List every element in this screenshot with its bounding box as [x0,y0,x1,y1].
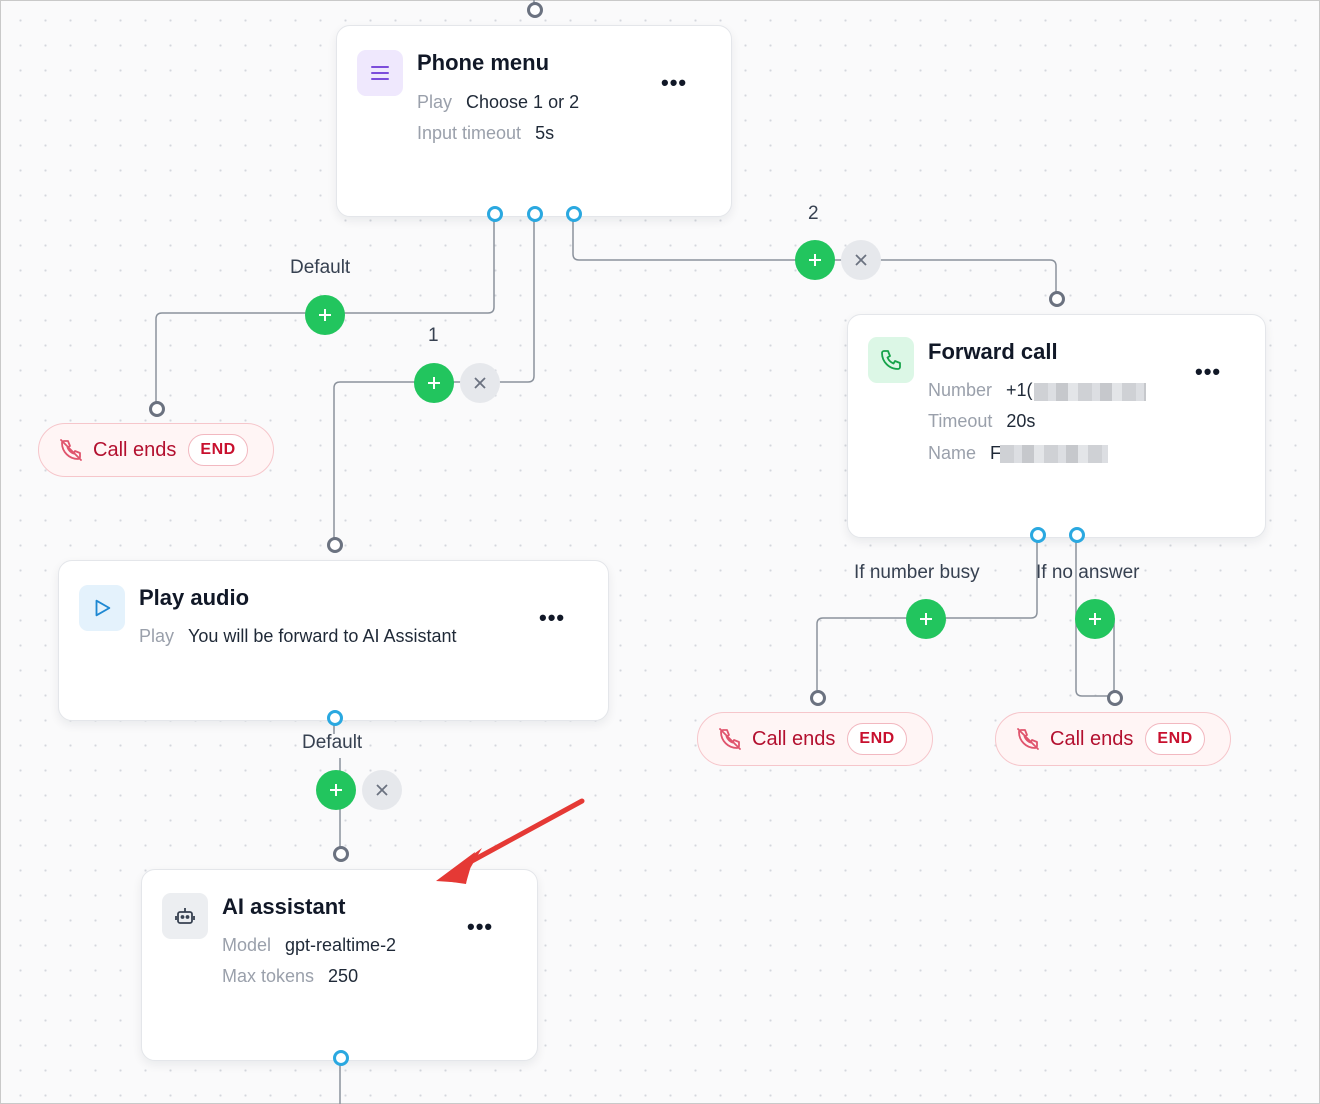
call-ends-node-busy[interactable]: Call ends END [697,712,933,766]
ai-assistant-output-port[interactable] [333,1050,349,1066]
play-audio-title: Play audio [139,585,250,610]
add-step-button[interactable] [305,295,345,335]
edge-label-menu-option-2: 2 [808,203,819,224]
ai-assistant-prop-model: Model gpt-realtime-2 [222,935,397,955]
forward-call-title: Forward call [928,339,1058,364]
end-badge: END [1145,723,1205,755]
call-ends-input-port[interactable] [149,401,165,417]
ai-assistant-more-button[interactable]: ••• [467,916,493,938]
forward-call-more-button[interactable]: ••• [1195,361,1221,383]
call-ends-busy-input-port[interactable] [810,690,826,706]
add-step-button[interactable] [795,240,835,280]
plus-icon [920,613,932,625]
play-icon [79,585,125,631]
phone-menu-input-port[interactable] [527,2,543,18]
plus-icon [809,254,821,266]
play-audio-node[interactable]: Play audio ••• Play You will be forward t… [58,560,609,721]
call-ends-node-noanswer[interactable]: Call ends END [995,712,1231,766]
end-badge: END [847,723,907,755]
call-ended-icon [719,728,741,750]
forward-call-prop-number: Number +1( [928,380,1033,400]
ai-assistant-node[interactable]: AI assistant ••• Model gpt-realtime-2 Max… [141,869,538,1061]
call-ends-label: Call ends [93,438,177,461]
edge-label-forward-busy: If number busy [854,562,980,583]
delete-branch-button[interactable] [460,363,500,403]
delete-branch-button[interactable] [362,770,402,810]
plus-icon [319,309,331,321]
forward-call-noanswer-output-port[interactable] [1069,527,1085,543]
play-audio-prop-play: Play You will be forward to AI Assistant [139,626,457,646]
phone-icon [868,337,914,383]
phone-menu-option-2-output-port[interactable] [566,206,582,222]
phone-menu-title: Phone menu [417,50,550,75]
phone-menu-prop-timeout: Input timeout 5s [417,123,555,143]
call-ends-noanswer-input-port[interactable] [1107,690,1123,706]
call-ends-label: Call ends [1050,727,1134,750]
phone-menu-more-button[interactable]: ••• [661,72,687,94]
add-step-button[interactable] [906,599,946,639]
forward-call-busy-output-port[interactable] [1030,527,1046,543]
delete-branch-button[interactable] [841,240,881,280]
call-ends-label: Call ends [752,727,836,750]
ai-assistant-title: AI assistant [222,894,346,919]
edge-label-audio-default: Default [302,732,363,753]
call-ended-icon [1017,728,1039,750]
add-step-button[interactable] [316,770,356,810]
ai-assistant-prop-max-tokens: Max tokens 250 [222,966,359,986]
robot-icon [162,893,208,939]
phone-menu-option-1-output-port[interactable] [527,206,543,222]
call-ended-icon [60,439,82,461]
edge-label-forward-noanswer: If no answer [1036,562,1140,583]
forward-call-prop-timeout: Timeout 20s [928,411,1036,431]
menu-lines-icon [357,50,403,96]
edge-label-menu-default: Default [290,257,351,278]
phone-menu-node[interactable]: Phone menu ••• Play Choose 1 or 2 Input t… [336,25,732,217]
add-step-button[interactable] [1075,599,1115,639]
plus-icon [330,784,342,796]
ai-assistant-input-port[interactable] [333,846,349,862]
close-icon [855,254,867,266]
redacted-number [1034,383,1146,401]
plus-icon [428,377,440,389]
close-icon [376,784,388,796]
plus-icon [1089,613,1101,625]
forward-call-prop-name: Name F [928,443,1002,463]
phone-menu-prop-play: Play Choose 1 or 2 [417,92,580,112]
close-icon [474,377,486,389]
play-audio-default-output-port[interactable] [327,710,343,726]
redacted-name [1000,445,1108,463]
play-audio-more-button[interactable]: ••• [539,607,565,629]
end-badge: END [188,434,248,466]
play-audio-input-port[interactable] [327,537,343,553]
call-ends-node-default[interactable]: Call ends END [38,423,274,477]
forward-call-input-port[interactable] [1049,291,1065,307]
forward-call-node[interactable]: Forward call ••• Number +1( Timeout 20s Na… [847,314,1266,538]
add-step-button[interactable] [414,363,454,403]
phone-menu-default-output-port[interactable] [487,206,503,222]
edge-label-menu-option-1: 1 [428,325,439,346]
